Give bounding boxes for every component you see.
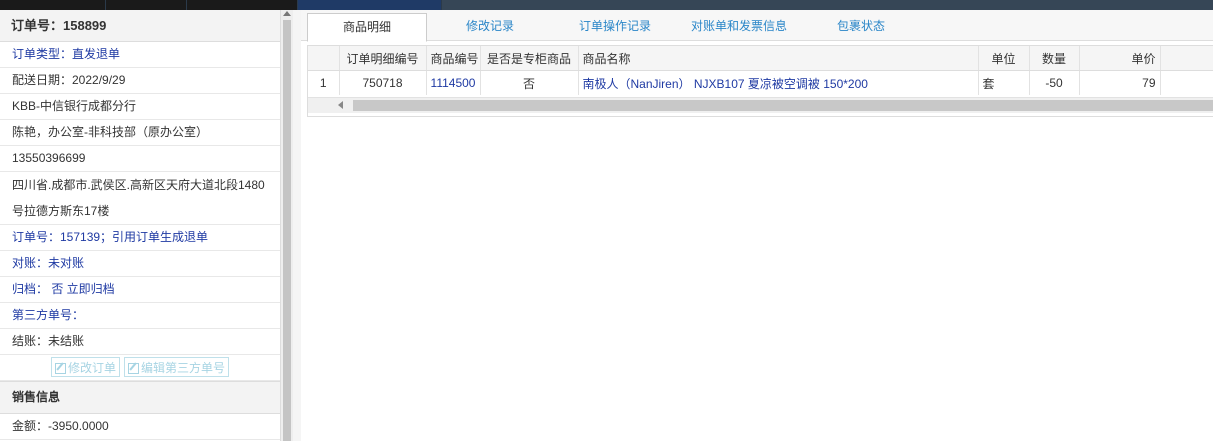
tab-operation-records[interactable]: 订单操作记录 [556, 13, 674, 40]
tab-product-details[interactable]: 商品明细 [307, 13, 427, 42]
column-header-product-name[interactable]: 商品名称 [578, 46, 979, 71]
detail-no-cell: 750718 [339, 70, 427, 95]
column-header-product-no[interactable]: 商品编号 [426, 46, 481, 71]
order-number-header: 订单号：158899 [0, 10, 280, 42]
delivery-address: 四川省.成都市.武侯区.高新区天府大道北段1480号拉德方斯东17楼 [0, 172, 280, 225]
edit-order-button[interactable]: 修改订单 [51, 357, 121, 377]
contact-person: 陈艳，办公室-非科技部（原办公室） [0, 120, 280, 146]
top-bar-segment [187, 0, 297, 10]
horizontal-scrollbar-thumb[interactable] [353, 100, 1213, 111]
edit-order-label: 修改订单 [68, 361, 117, 375]
splitter[interactable] [293, 10, 301, 441]
edit-third-party-label: 编辑第三方单号 [141, 361, 226, 375]
top-bar-segment-active [298, 0, 441, 10]
column-header-detail-no[interactable]: 订单明细编号 [339, 46, 427, 71]
third-party-number: 第三方单号： [0, 303, 280, 329]
top-bar-segment [0, 0, 105, 10]
scroll-up-arrow-icon[interactable] [283, 11, 291, 16]
tab-modify-records[interactable]: 修改记录 [431, 13, 549, 40]
edit-icon [128, 363, 139, 374]
counter-cell: 否 [480, 70, 579, 95]
reference-order[interactable]: 订单号：157139；引用订单生成退单 [0, 225, 280, 251]
delivery-date: 配送日期：2022/9/29 [0, 68, 280, 94]
product-no-link[interactable]: 1114500 [426, 70, 481, 95]
top-bar [0, 0, 1213, 10]
edit-third-party-button[interactable]: 编辑第三方单号 [124, 357, 230, 377]
detail-area: 商品明细 修改记录 订单操作记录 对账单和发票信息 包裹状态 订单明细编号 商品… [301, 10, 1213, 441]
row-index: 1 [308, 70, 340, 95]
order-info-panel: 订单号：158899 订单类型：直发退单 配送日期：2022/9/29 KBB-… [0, 10, 281, 441]
sales-info-header: 销售信息 [0, 381, 280, 414]
extra-cell [1160, 70, 1213, 95]
top-bar-segment [106, 0, 186, 10]
tab-statement-invoice[interactable]: 对账单和发票信息 [673, 13, 805, 40]
edit-icon [55, 363, 66, 374]
price-cell: 79 [1079, 70, 1161, 95]
scroll-left-arrow-icon[interactable] [338, 101, 343, 109]
order-actions: 修改订单 编辑第三方单号 [0, 355, 280, 381]
reconcile-status: 对账：未对账 [0, 251, 280, 277]
top-bar-segment [442, 0, 1213, 10]
quantity-cell: -50 [1029, 70, 1080, 95]
column-header-quantity[interactable]: 数量 [1029, 46, 1080, 71]
settlement-status: 结账：未结账 [0, 329, 280, 355]
phone-number: 13550396699 [0, 146, 280, 172]
column-header-counter[interactable]: 是否是专柜商品 [480, 46, 579, 71]
column-header-extra [1160, 46, 1213, 71]
tab-package-status[interactable]: 包裹状态 [806, 13, 916, 40]
column-header-unit[interactable]: 单位 [978, 46, 1030, 71]
unit-cell: 套 [978, 70, 1030, 95]
grid-header-row: 订单明细编号 商品编号 是否是专柜商品 商品名称 单位 数量 单价 [308, 46, 1213, 71]
horizontal-scrollbar[interactable] [308, 97, 1213, 113]
table-row[interactable]: 1 750718 1114500 否 南极人（NanJiren） NJXB107… [308, 70, 1213, 95]
sales-amount: 金额：-3950.0000 [0, 414, 280, 440]
tab-bar: 商品明细 修改记录 订单操作记录 对账单和发票信息 包裹状态 [301, 10, 1213, 42]
column-header-index [308, 46, 340, 71]
order-type: 订单类型：直发退单 [0, 42, 280, 68]
product-name-link[interactable]: 南极人（NanJiren） NJXB107 夏凉被空调被 150*200 [578, 70, 979, 95]
product-table: 订单明细编号 商品编号 是否是专柜商品 商品名称 单位 数量 单价 1 7507… [308, 46, 1213, 95]
product-grid: 订单明细编号 商品编号 是否是专柜商品 商品名称 单位 数量 单价 1 7507… [307, 45, 1213, 117]
left-panel-scrollbar[interactable] [281, 10, 293, 441]
archive-status[interactable]: 归档： 否 立即归档 [0, 277, 280, 303]
customer-name: KBB-中信银行成都分行 [0, 94, 280, 120]
scrollbar-thumb[interactable] [283, 20, 291, 441]
column-header-price[interactable]: 单价 [1079, 46, 1161, 71]
